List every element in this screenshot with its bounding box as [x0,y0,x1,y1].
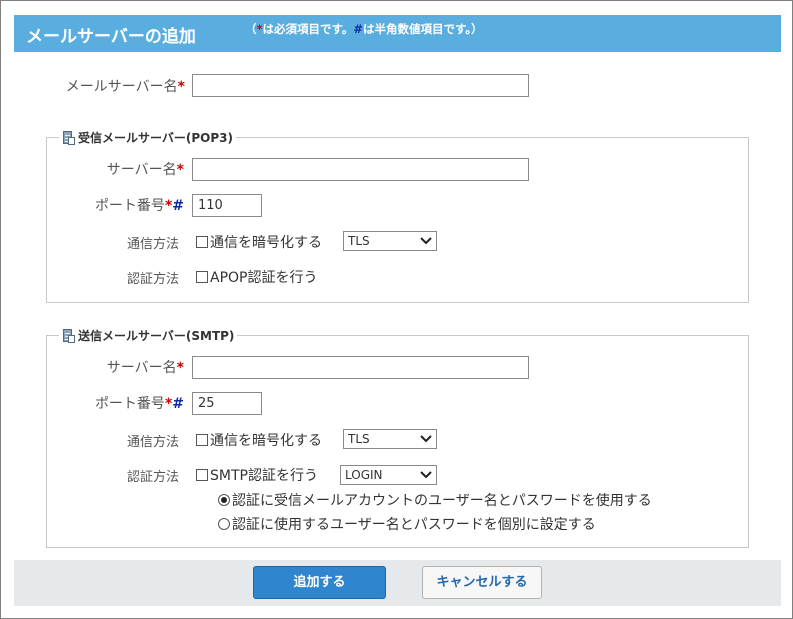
dialog-footer: 追加する キャンセルする [14,560,781,606]
checkbox-box[interactable] [196,271,208,283]
required-note: （*は必須項目です。#は半角数値項目です。） [245,22,483,36]
checkbox-box[interactable] [196,434,208,446]
pop3-port-input[interactable] [192,194,262,217]
pop3-auth-label: 認証方法 [126,272,179,287]
smtp-encrypt-checkbox[interactable]: 通信を暗号化する [196,430,322,450]
server-icon [62,130,75,145]
numeric-mark: # [353,22,364,36]
pop3-port-label: ポート番号*# [94,198,184,214]
checkbox-box[interactable] [196,469,208,481]
radio-button[interactable] [218,518,230,530]
auth-radio-use-receive-account[interactable]: 認証に受信メールアカウントのユーザー名とパスワードを使用する [218,490,652,510]
smtp-port-label: ポート番号*# [94,396,184,412]
server-name-label: メールサーバー名* [65,79,185,95]
smtp-comm-label: 通信方法 [126,435,179,450]
smtp-server-label: サーバー名* [106,360,184,376]
smtp-fieldset: 送信メールサーバー(SMTP) サーバー名* ポート番号*# 通信方法 通信を暗… [46,327,749,548]
dialog-title: メールサーバーの追加 [26,27,196,47]
server-name-input[interactable] [192,74,529,97]
smtp-auth-label: 認証方法 [126,470,179,485]
add-button[interactable]: 追加する [253,566,386,599]
dialog-frame: メールサーバーの追加 （*は必須項目です。#は半角数値項目です。） メールサーバ… [0,0,793,619]
smtp-legend: 送信メールサーバー(SMTP) [59,327,238,344]
smtp-encrypt-select[interactable]: TLS [343,429,437,449]
pop3-fieldset: 受信メールサーバー(POP3) サーバー名* ポート番号*# 通信方法 通信を暗… [46,129,749,303]
cancel-button[interactable]: キャンセルする [422,566,542,599]
pop3-encrypt-select[interactable]: TLS [343,231,437,251]
checkbox-box[interactable] [196,236,208,248]
form-content: メールサーバー名* 受信メールサーバー(POP3) サーバー名* ポート番号*#… [14,52,781,560]
auth-radio-individual[interactable]: 認証に使用するユーザー名とパスワードを個別に設定する [218,514,596,534]
chevron-down-icon [420,237,432,245]
radio-button[interactable] [218,494,230,506]
server-icon [62,328,75,343]
pop3-server-label: サーバー名* [106,162,184,178]
pop3-server-input[interactable] [192,158,529,181]
smtp-auth-checkbox[interactable]: SMTP認証を行う [196,465,318,485]
pop3-encrypt-checkbox[interactable]: 通信を暗号化する [196,232,322,252]
apop-checkbox[interactable]: APOP認証を行う [196,267,317,287]
smtp-port-input[interactable] [192,392,262,415]
smtp-auth-select[interactable]: LOGIN [340,465,437,485]
pop3-legend: 受信メールサーバー(POP3) [59,129,236,146]
smtp-server-input[interactable] [192,356,529,379]
dialog-header: メールサーバーの追加 （*は必須項目です。#は半角数値項目です。） [14,15,781,52]
chevron-down-icon [420,471,432,479]
pop3-comm-label: 通信方法 [126,237,179,252]
chevron-down-icon [420,435,432,443]
